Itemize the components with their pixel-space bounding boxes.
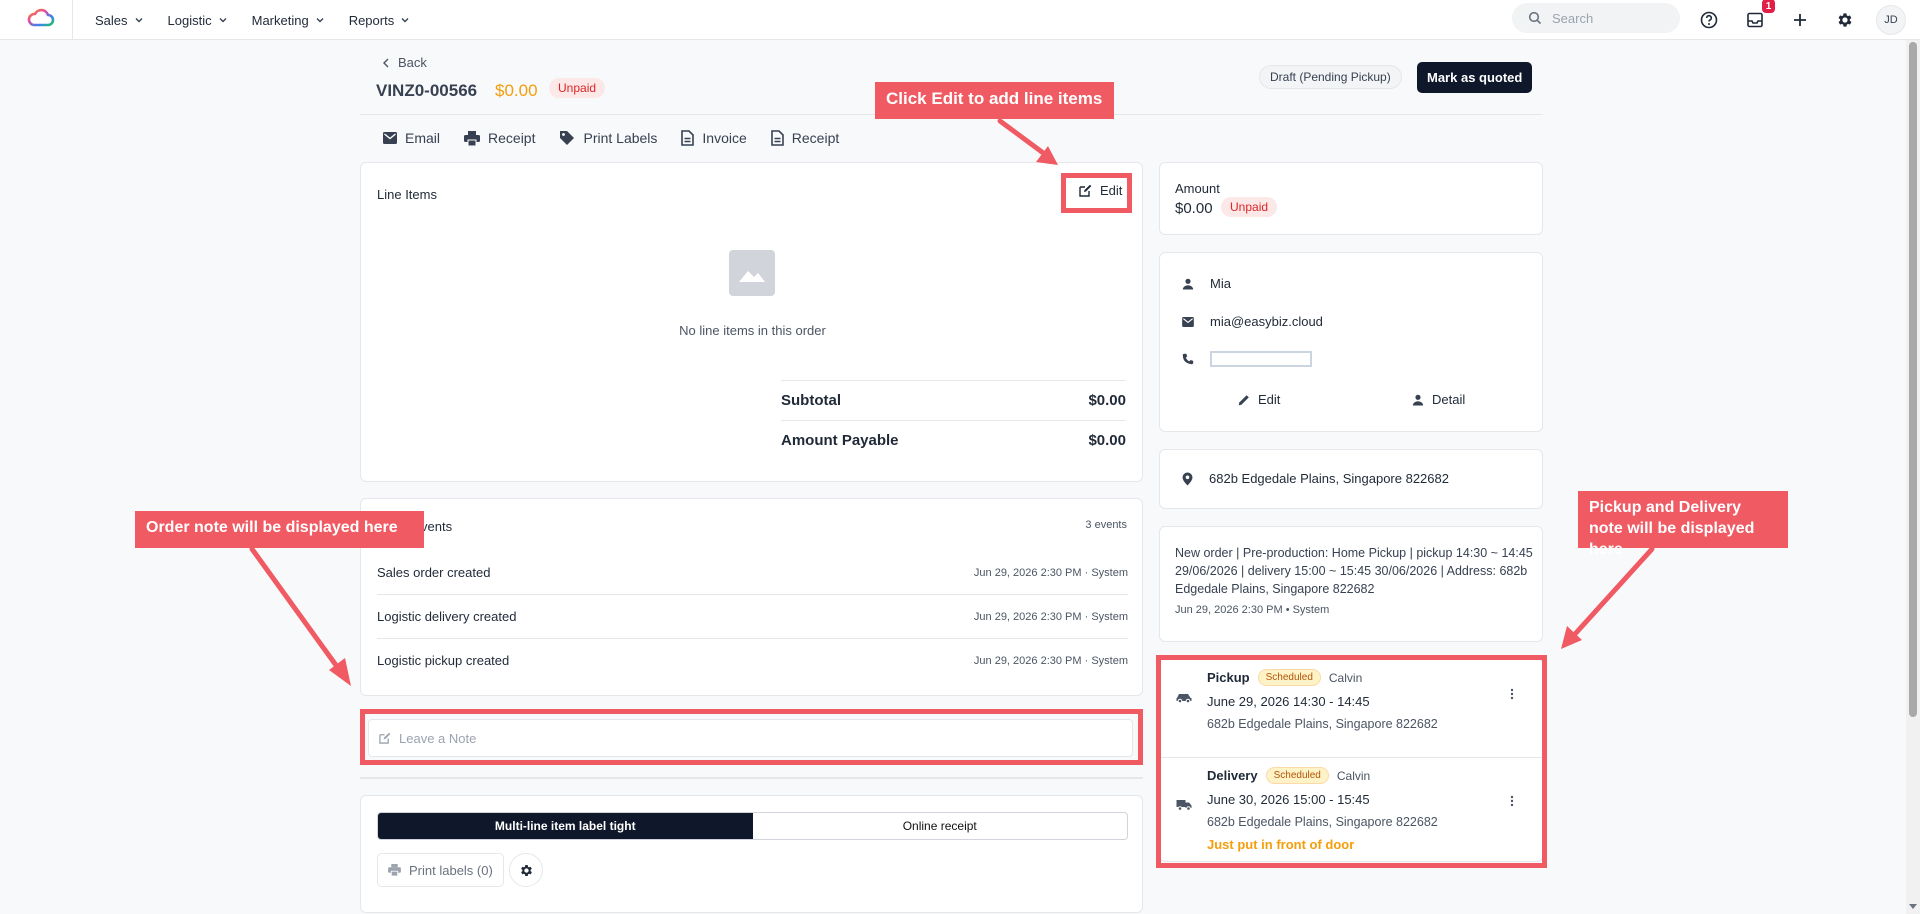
annotation-arrows [249,118,1655,686]
